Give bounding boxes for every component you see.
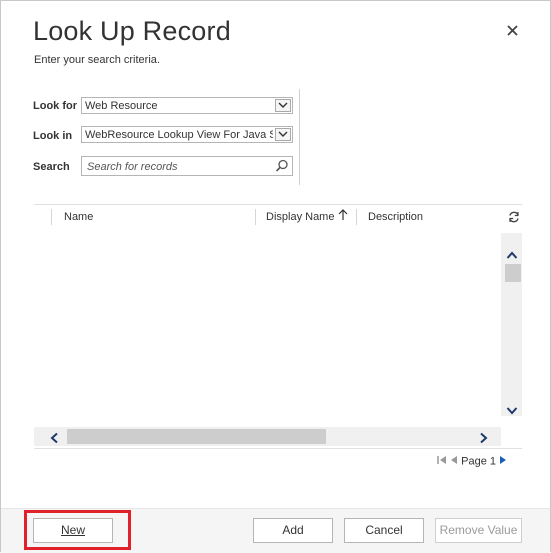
first-page-icon[interactable] bbox=[437, 455, 447, 468]
look-for-select[interactable]: Web Resource bbox=[81, 97, 293, 114]
grid-divider bbox=[34, 448, 522, 449]
column-divider bbox=[255, 209, 256, 225]
add-button[interactable]: Add bbox=[253, 518, 333, 543]
next-page-icon[interactable] bbox=[499, 455, 507, 468]
search-icon[interactable] bbox=[275, 159, 289, 173]
scroll-right-icon[interactable] bbox=[479, 431, 488, 449]
close-icon[interactable] bbox=[507, 20, 518, 41]
column-divider bbox=[51, 209, 52, 225]
column-header-description[interactable]: Description bbox=[368, 211, 423, 223]
cancel-button[interactable]: Cancel bbox=[344, 518, 424, 543]
lookup-dialog: Look Up Record Enter your search criteri… bbox=[0, 0, 551, 553]
dialog-subtitle: Enter your search criteria. bbox=[34, 54, 160, 66]
column-divider bbox=[356, 209, 357, 225]
results-grid: Name Display Name Description bbox=[34, 204, 522, 447]
remove-value-button[interactable]: Remove Value bbox=[435, 518, 522, 543]
add-button-label: Add bbox=[282, 523, 304, 537]
previous-page-icon[interactable] bbox=[450, 455, 458, 468]
vertical-scroll-thumb[interactable] bbox=[505, 264, 521, 282]
column-header-display-name[interactable]: Display Name bbox=[266, 211, 334, 223]
look-in-label: Look in bbox=[33, 130, 73, 142]
search-input[interactable]: Search for records bbox=[81, 156, 293, 176]
remove-value-button-label: Remove Value bbox=[439, 523, 518, 537]
scroll-left-icon[interactable] bbox=[50, 431, 59, 449]
highlight-box bbox=[24, 510, 131, 550]
cancel-button-label: Cancel bbox=[365, 523, 403, 537]
look-in-select[interactable]: WebResource Lookup View For Java Sc bbox=[81, 126, 293, 143]
page-label: Page 1 bbox=[461, 455, 496, 468]
column-header-name[interactable]: Name bbox=[64, 211, 93, 223]
search-label: Search bbox=[33, 161, 70, 173]
sort-ascending-icon bbox=[338, 209, 348, 224]
scroll-down-icon[interactable] bbox=[506, 402, 518, 420]
look-for-value: Web Resource bbox=[85, 100, 158, 112]
horizontal-scroll-thumb[interactable] bbox=[67, 429, 326, 444]
chevron-down-icon[interactable] bbox=[275, 128, 291, 141]
search-placeholder: Search for records bbox=[87, 161, 178, 173]
look-for-label: Look for bbox=[33, 100, 77, 112]
chevron-down-icon[interactable] bbox=[275, 99, 291, 112]
scroll-up-icon[interactable] bbox=[506, 247, 518, 265]
refresh-icon[interactable] bbox=[508, 211, 520, 226]
dialog-title: Look Up Record bbox=[33, 16, 231, 46]
pager: Page 1 bbox=[437, 455, 507, 468]
divider bbox=[299, 89, 300, 185]
look-in-value: WebResource Lookup View For Java Sc bbox=[85, 129, 273, 141]
